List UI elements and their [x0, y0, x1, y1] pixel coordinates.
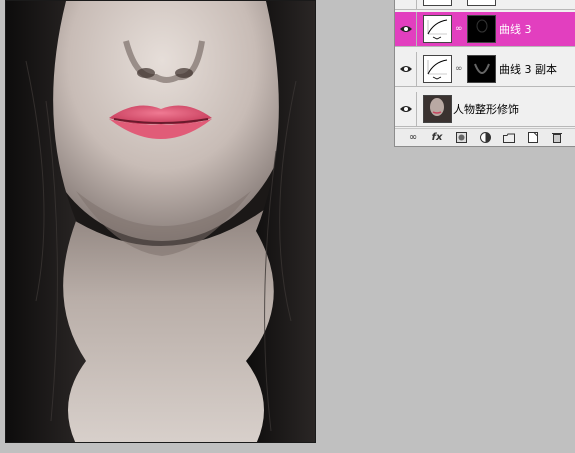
link-icon[interactable]: ∞ — [455, 64, 463, 74]
layer-name[interactable]: 曲线 3 — [499, 12, 532, 47]
new-group-icon[interactable] — [502, 132, 516, 144]
visibility-toggle[interactable] — [395, 12, 417, 46]
layer-row-retouch[interactable]: 人物整形修饰 — [395, 92, 575, 127]
link-icon[interactable]: ∞ — [406, 132, 420, 144]
portrait-image — [6, 1, 315, 442]
layer-row-curves-3[interactable]: ∞ 曲线 3 — [395, 12, 575, 47]
layer-mask-thumbnail[interactable] — [467, 0, 496, 6]
layer-thumbnail — [423, 0, 452, 6]
layer-mask-thumbnail[interactable] — [467, 55, 496, 83]
layer-thumbnail — [423, 95, 452, 123]
new-layer-icon[interactable] — [526, 132, 540, 144]
layer-name[interactable]: 人物整形修饰 — [453, 92, 519, 127]
layer-row-curves-3-copy[interactable]: ∞ 曲线 3 副本 — [395, 52, 575, 87]
layer-row-partial[interactable] — [395, 0, 575, 10]
layer-name[interactable]: 曲线 3 副本 — [499, 52, 557, 87]
layers-toolbar: ∞ fx — [395, 128, 575, 146]
eye-icon — [399, 106, 412, 112]
eye-icon — [399, 26, 412, 32]
curves-adjustment-icon — [423, 55, 452, 83]
add-mask-icon[interactable] — [454, 132, 468, 144]
fx-icon[interactable]: fx — [430, 132, 444, 144]
eye-icon — [399, 66, 412, 72]
link-icon[interactable]: ∞ — [455, 24, 463, 34]
curves-adjustment-icon — [423, 15, 452, 43]
visibility-toggle[interactable] — [395, 52, 417, 86]
document-canvas[interactable] — [5, 0, 316, 443]
visibility-cell[interactable] — [395, 0, 417, 9]
trash-icon[interactable] — [550, 132, 564, 144]
visibility-toggle[interactable] — [395, 92, 417, 126]
adjustment-layer-icon[interactable] — [478, 132, 492, 144]
layers-panel: ∞ 曲线 3 ∞ 曲线 3 副本 人物整形修饰 ∞ fx — [394, 0, 575, 147]
layer-mask-thumbnail[interactable] — [467, 15, 496, 43]
